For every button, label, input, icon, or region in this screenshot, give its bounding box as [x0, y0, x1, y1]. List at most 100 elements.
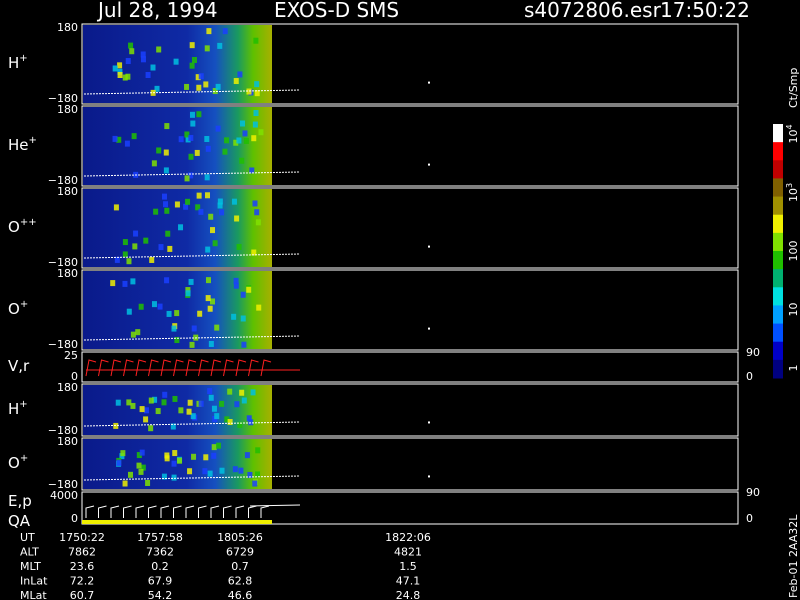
- spectrogram-bin: [150, 64, 156, 71]
- spectrogram-bin: [191, 325, 197, 332]
- spectrogram-bin: [256, 304, 262, 311]
- colorbar-swatch: [773, 196, 783, 216]
- spectrogram-bin: [194, 149, 200, 156]
- ephemeris-value: 1750:22: [59, 531, 105, 544]
- spectrogram-bin: [253, 110, 259, 117]
- spectrogram-bin: [222, 28, 228, 35]
- header-instrument: EXOS-D SMS: [274, 0, 399, 22]
- spectrogram-bin: [188, 278, 194, 285]
- spectrogram-bin: [110, 280, 116, 287]
- ephemeris-value: 23.6: [70, 560, 95, 573]
- spectrogram-bin: [219, 400, 225, 407]
- spectrogram-bin: [122, 480, 128, 487]
- ephemeris-row-label: UT: [20, 531, 35, 544]
- spectrogram-bin: [227, 419, 233, 426]
- colorbar-swatch: [773, 142, 783, 161]
- spectrogram-bin: [214, 324, 220, 331]
- panel-label: He+: [8, 135, 37, 154]
- spectrogram-bin: [227, 388, 233, 395]
- spectrogram-bin: [116, 459, 122, 466]
- ephemeris-value: 6729: [226, 546, 254, 559]
- spectrogram-bin: [231, 198, 237, 205]
- spectrogram-data: [83, 439, 272, 489]
- spectrogram-bin: [219, 467, 225, 474]
- spectrogram-bin: [163, 167, 169, 174]
- spectrogram-bin: [161, 399, 167, 406]
- colorbar-label: 103: [785, 183, 800, 202]
- spectrogram-bin: [211, 452, 217, 459]
- spectrogram-bin: [188, 134, 194, 141]
- spectrogram-bin: [246, 88, 252, 95]
- spectrogram-bin: [246, 415, 252, 422]
- spectrogram-bin: [171, 474, 177, 481]
- y-tick-top: 180: [57, 435, 78, 448]
- colorbar-exponent: 4: [785, 124, 794, 129]
- panel-label-sup: +: [20, 299, 28, 310]
- spectrogram-bin: [178, 136, 184, 143]
- spectrogram-bin: [205, 145, 211, 152]
- right-tick-top: 90: [746, 346, 760, 359]
- spectrogram-bin: [126, 258, 132, 265]
- panel-label-sup: +: [19, 53, 27, 64]
- spectrogram-bin: [212, 240, 218, 247]
- spectrogram-bin: [148, 425, 154, 432]
- ephemeris-value: 54.2: [148, 589, 173, 600]
- spectrogram-bin: [139, 449, 145, 456]
- spectrogram-bin: [196, 111, 202, 118]
- spectrogram-bin: [164, 207, 170, 214]
- spectrogram-bin: [117, 62, 123, 69]
- spectrogram-bin: [233, 78, 239, 85]
- panel-label-sup: ++: [20, 217, 37, 228]
- spectrogram-bin: [128, 471, 134, 478]
- spectrogram-bin: [164, 455, 170, 462]
- right-tick-top: 90: [746, 486, 760, 499]
- y-tick-top: 180: [57, 267, 78, 280]
- spectrogram-bin: [196, 192, 202, 199]
- spectrogram-bin: [163, 149, 169, 156]
- right-tick-bottom: 0: [746, 512, 753, 525]
- ephemeris-value: 72.2: [70, 575, 95, 588]
- spectrogram-bin: [151, 301, 157, 308]
- spectrogram-bin: [219, 209, 225, 216]
- ephemeris-value: 62.8: [228, 575, 253, 588]
- spectrogram-bin: [215, 125, 221, 132]
- spectrogram-bin: [214, 413, 220, 420]
- panel-frame: [81, 351, 739, 383]
- panel-ep: E,p QA 4000 0 90 0: [8, 486, 760, 530]
- spectrogram-bin: [129, 48, 135, 55]
- spectrogram-bin: [233, 282, 239, 289]
- panel-vr: V,r250900: [8, 346, 760, 383]
- spectrogram-bin: [203, 81, 209, 88]
- spectrogram-bin: [241, 397, 247, 404]
- spectrogram-bin: [117, 72, 123, 79]
- spectrogram-bin: [188, 153, 194, 160]
- spectrogram-bin: [239, 389, 245, 396]
- spectrogram-bin: [156, 46, 162, 53]
- spectrogram-bin: [185, 290, 191, 297]
- spectrogram-bin: [166, 310, 172, 317]
- spectrogram-bin: [143, 416, 149, 423]
- marker-dot: [428, 327, 430, 330]
- spectrogram-bin: [190, 120, 196, 127]
- spectrogram-bin: [189, 111, 195, 118]
- ephemeris-value: 1822:06: [385, 531, 431, 544]
- spectrogram-bin: [231, 313, 237, 320]
- spectrogram-bin: [187, 399, 193, 406]
- spectrogram-bin: [242, 130, 248, 137]
- spectrogram-bin: [198, 73, 204, 80]
- spectrogram-bin: [222, 148, 228, 155]
- spectrogram-bin: [240, 315, 246, 322]
- ephemeris-value: 4821: [394, 546, 422, 559]
- spectrogram-bin: [208, 213, 214, 220]
- footer-stamp: Feb-01 2AA32L: [787, 514, 800, 598]
- ephemeris-row-label: MLT: [20, 560, 41, 573]
- spectrogram-bin: [145, 480, 151, 487]
- spectrogram-bin: [205, 295, 211, 302]
- spectrogram-bin: [211, 405, 217, 412]
- spectrogram-bin: [174, 310, 180, 317]
- colorbar-label: 104: [785, 124, 800, 143]
- spectrogram-bin: [236, 243, 242, 250]
- panel-label: H+: [8, 53, 28, 72]
- ephemeris-value: 47.1: [396, 575, 421, 588]
- spectrogram-bin: [178, 224, 184, 231]
